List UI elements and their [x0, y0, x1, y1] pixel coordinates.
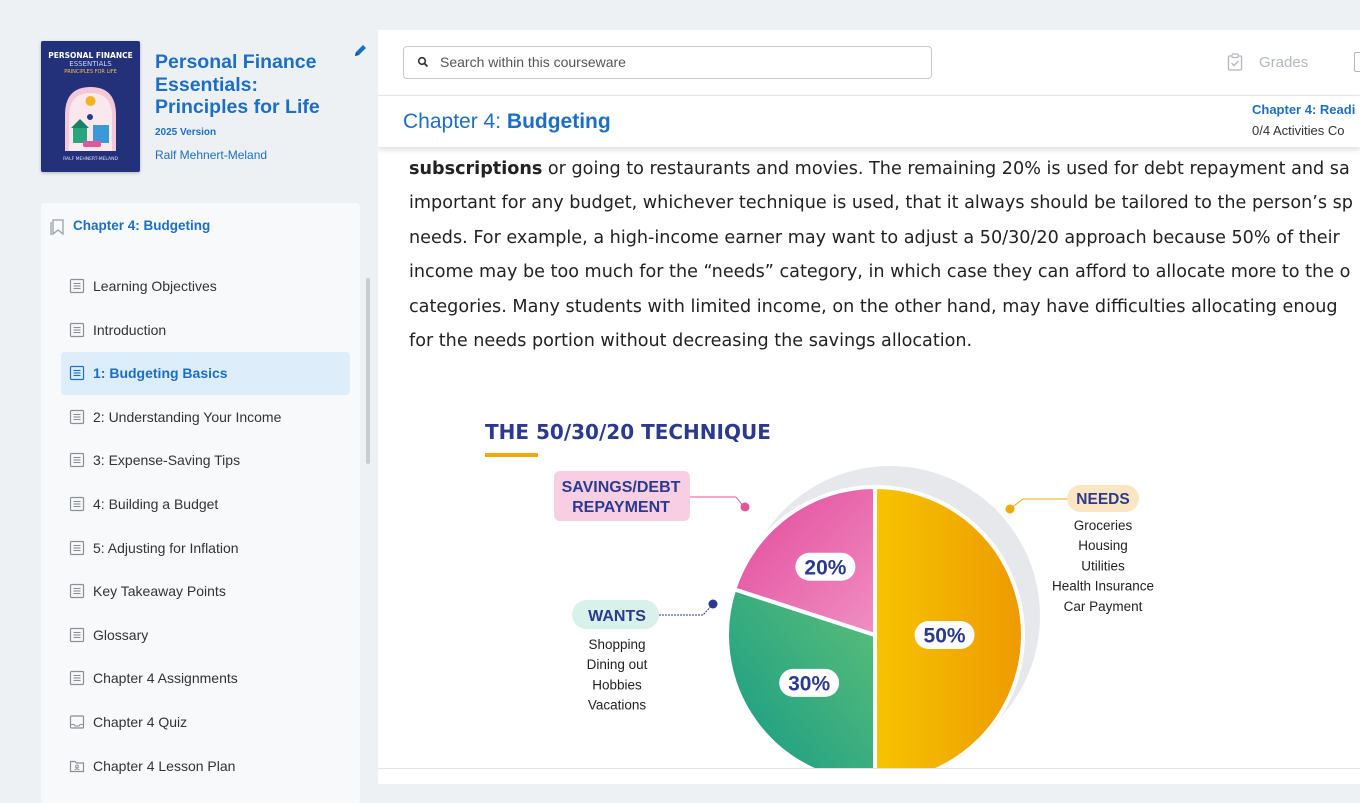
toc-item-label: Chapter 4 Assignments	[93, 670, 238, 687]
toc-item-4-building-a-budget[interactable]: 4: Building a Budget	[61, 483, 350, 526]
chapter-name: Budgeting	[506, 110, 611, 133]
toc-item-chapter-4-lesson-plan[interactable]: Chapter 4 Lesson Plan	[61, 745, 350, 788]
cover-title-line1: PERSONAL FINANCE	[48, 51, 133, 60]
category-item: Hobbies	[592, 677, 642, 692]
page-icon	[69, 278, 85, 294]
sidebar-scrollbar[interactable]	[366, 278, 370, 464]
page-icon	[69, 322, 85, 337]
bottom-toolbar	[378, 768, 1360, 784]
toc-item-label: Introduction	[93, 321, 167, 338]
slice-percent-label: 50%	[924, 625, 966, 648]
sidebar: PERSONAL FINANCE ESSENTIALS PRINCIPLES F…	[0, 0, 378, 803]
category-item: Shopping	[588, 637, 645, 652]
wants-items: Shopping Dining out Hobbies Vacations	[587, 637, 648, 713]
chapter-prefix: Chapter 4:	[403, 110, 507, 133]
toc-item-label: Glossary	[93, 626, 149, 643]
slice-percent-label: 20%	[804, 556, 846, 579]
chapter-header: Chapter 4: Budgeting Chapter 4: Readi 0/…	[378, 95, 1360, 147]
wants-label: WANTS	[588, 608, 646, 625]
folder-icon	[69, 760, 85, 772]
cover-subtitle: PRINCIPLES FOR LIFE	[64, 69, 117, 75]
cover-title-line2: ESSENTIALS	[69, 60, 112, 68]
toc-item-learning-objectives[interactable]: Learning Objectives	[61, 265, 350, 308]
savings-label-line1: SAVINGS/DEBT	[562, 479, 681, 496]
page-icon	[69, 366, 85, 381]
reading-link[interactable]: Chapter 4: Readi	[1252, 102, 1355, 117]
page-icon	[69, 453, 85, 468]
toc-item-label: 2: Understanding Your Income	[93, 408, 282, 425]
bookmark-icon[interactable]	[50, 218, 64, 236]
category-item: Utilities	[1081, 558, 1125, 573]
toc-item-chapter-4-quiz[interactable]: Chapter 4 Quiz	[61, 701, 350, 744]
savings-label-line2: REPAYMENT	[572, 499, 670, 516]
page-icon	[69, 671, 85, 686]
toc-item-glossary[interactable]: Glossary	[61, 614, 350, 657]
page-icon	[69, 540, 85, 555]
main-content: Grades Chapter 4: Budgeting Chapter 4: R…	[378, 30, 1360, 784]
book-title[interactable]: Personal Finance Essentials: Principles …	[155, 51, 355, 119]
activities-progress: 0/4 Activities Co	[1252, 123, 1345, 138]
toc-item-label: Chapter 4 Quiz	[93, 714, 188, 730]
toc-item-introduction[interactable]: Introduction	[61, 309, 350, 352]
toc-item-label: Learning Objectives	[93, 278, 217, 294]
toc-item-label: 1: Budgeting Basics	[93, 365, 228, 382]
book-cover[interactable]: PERSONAL FINANCE ESSENTIALS PRINCIPLES F…	[41, 41, 140, 172]
book-version: 2025 Version	[155, 127, 217, 138]
savings-marker	[740, 502, 750, 512]
toc-chapter-title[interactable]: Chapter 4: Budgeting	[73, 218, 210, 233]
slice-percent-label: 30%	[788, 672, 830, 695]
needs-label: NEEDS	[1076, 491, 1129, 508]
category-item: Groceries	[1074, 518, 1133, 533]
toc-item-label: 5: Adjusting for Inflation	[93, 539, 239, 556]
table-of-contents: Chapter 4: Budgeting Learning Objectives…	[41, 203, 360, 803]
figure-title: THE 50/30/20 TECHNIQUE	[485, 420, 771, 444]
category-item: Housing	[1078, 538, 1128, 553]
page-icon	[69, 584, 85, 599]
pie-chart: 50% 30% 20%	[725, 484, 1025, 784]
needs-items: Groceries Housing Utilities Health Insuranc…	[1052, 518, 1154, 614]
toc-item-label: 4: Building a Budget	[93, 496, 219, 512]
cover-illustration	[65, 87, 116, 151]
toc-item-chapter-4-assignments[interactable]: Chapter 4 Assignments	[61, 657, 350, 700]
toc-item-label: Chapter 4 Lesson Plan	[93, 757, 236, 774]
category-item: Vacations	[588, 698, 647, 713]
toc-item-2-understanding-your-income[interactable]: 2: Understanding Your Income	[61, 396, 350, 439]
needs-marker	[1005, 504, 1015, 514]
edit-icon[interactable]	[352, 43, 368, 59]
wants-marker	[708, 599, 718, 609]
page-icon	[69, 409, 85, 424]
book-author: Ralf Mehnert-Meland	[155, 148, 268, 162]
toc-item-label: Key Takeaway Points	[93, 583, 226, 600]
category-item: Car Payment	[1064, 599, 1143, 614]
inbox-icon	[69, 715, 85, 729]
toc-item-key-takeaway-points[interactable]: Key Takeaway Points	[61, 570, 350, 613]
page-icon	[69, 627, 85, 642]
title-underline	[485, 453, 538, 457]
toc-item-label: 3: Expense-Saving Tips	[93, 452, 241, 469]
category-item: Dining out	[587, 657, 648, 672]
chapter-heading: Chapter 4: Budgeting	[403, 110, 611, 134]
toc-item-5-adjusting-for-inflation[interactable]: 5: Adjusting for Inflation	[61, 527, 350, 570]
toc-item-1-budgeting-basics[interactable]: 1: Budgeting Basics	[61, 352, 350, 396]
toc-item-3-expense-saving-tips[interactable]: 3: Expense-Saving Tips	[61, 439, 350, 482]
category-item: Health Insurance	[1052, 579, 1154, 594]
page-icon	[69, 496, 85, 512]
cover-author: RALF MEHNERT-MELAND	[63, 157, 118, 162]
